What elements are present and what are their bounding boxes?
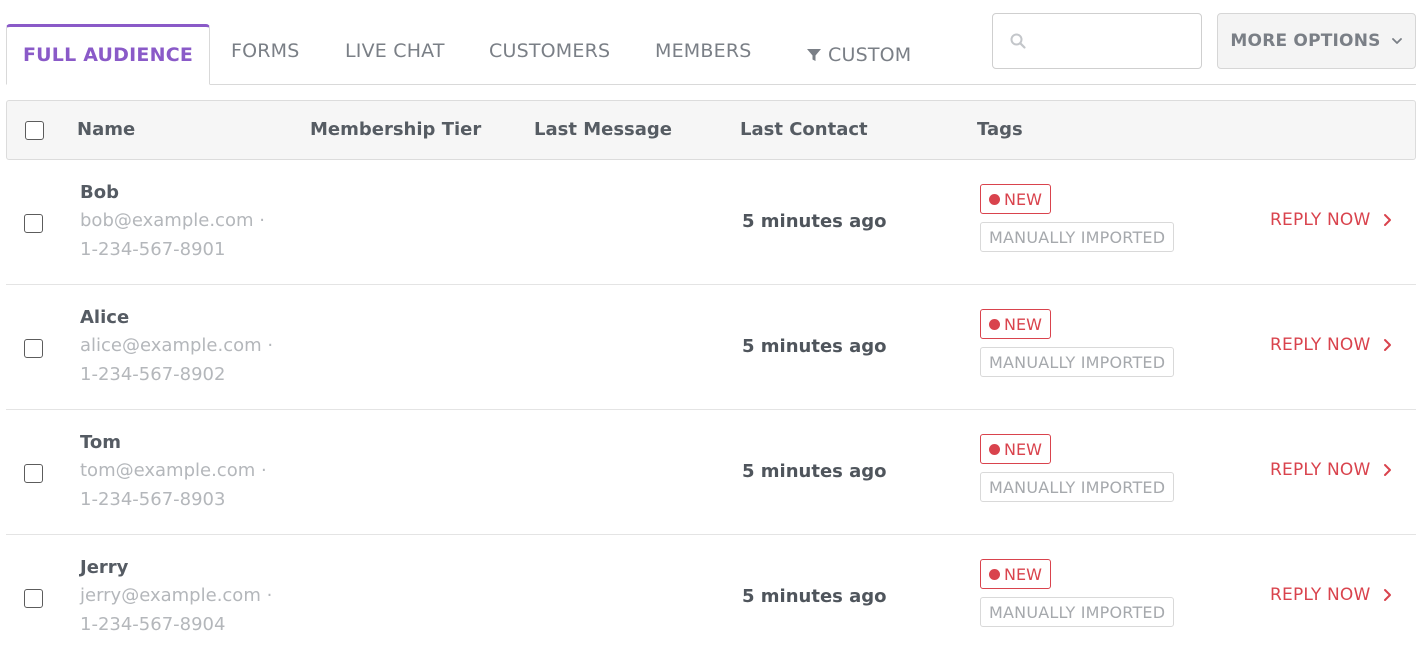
reply-now-button[interactable]: REPLY NOW — [1270, 335, 1393, 355]
audience-tab-bar: FULL AUDIENCE FORMS LIVE CHAT CUSTOMERS … — [6, 0, 1416, 85]
reply-now-label: REPLY NOW — [1270, 210, 1371, 230]
reply-now-button[interactable]: REPLY NOW — [1270, 210, 1393, 230]
contact-name[interactable]: Tom — [80, 432, 121, 453]
contact-email: tom@example.com · — [80, 460, 267, 481]
row-checkbox[interactable] — [24, 464, 43, 483]
column-header-last-contact[interactable]: Last Contact — [740, 119, 868, 140]
chevron-down-icon — [1391, 38, 1402, 44]
tab-live-chat[interactable]: LIVE CHAT — [345, 40, 445, 62]
table-row[interactable]: Bob bob@example.com · 1-234-567-8901 5 m… — [6, 160, 1416, 285]
reply-now-button[interactable]: REPLY NOW — [1270, 460, 1393, 480]
tab-forms[interactable]: FORMS — [231, 40, 300, 62]
contact-phone: 1-234-567-8904 — [80, 614, 226, 635]
last-contact: 5 minutes ago — [742, 461, 887, 482]
tag-new-label: NEW — [1004, 189, 1042, 209]
search-input[interactable] — [1037, 32, 1187, 50]
contact-email: bob@example.com · — [80, 210, 265, 231]
new-dot-icon — [989, 443, 1000, 455]
contact-email: jerry@example.com · — [80, 585, 273, 606]
tag-manually-imported: MANUALLY IMPORTED — [980, 347, 1175, 377]
chevron-right-icon — [1383, 589, 1391, 601]
tab-customers[interactable]: CUSTOMERS — [489, 40, 610, 62]
tag-manually-imported: MANUALLY IMPORTED — [980, 222, 1175, 252]
last-contact: 5 minutes ago — [742, 586, 887, 607]
table-row[interactable]: Tom tom@example.com · 1-234-567-8903 5 m… — [6, 410, 1416, 535]
chevron-right-icon — [1383, 464, 1391, 476]
contact-name[interactable]: Jerry — [80, 557, 128, 578]
tag-new-label: NEW — [1004, 439, 1042, 459]
tab-members[interactable]: MEMBERS — [655, 40, 752, 62]
table-row[interactable]: Jerry jerry@example.com · 1-234-567-8904… — [6, 535, 1416, 655]
chevron-right-icon — [1383, 214, 1391, 226]
contact-phone: 1-234-567-8903 — [80, 489, 226, 510]
reply-now-label: REPLY NOW — [1270, 460, 1371, 480]
last-contact: 5 minutes ago — [742, 336, 887, 357]
tag-manually-imported: MANUALLY IMPORTED — [980, 472, 1175, 502]
last-contact: 5 minutes ago — [742, 211, 887, 232]
contact-phone: 1-234-567-8902 — [80, 364, 226, 385]
tab-custom-label: CUSTOM — [828, 44, 912, 66]
tab-custom[interactable]: CUSTOM — [806, 44, 911, 66]
filter-icon — [807, 49, 821, 61]
contact-phone: 1-234-567-8901 — [80, 239, 226, 260]
chevron-right-icon — [1383, 339, 1391, 351]
reply-now-label: REPLY NOW — [1270, 335, 1371, 355]
tag-new: NEW — [980, 434, 1051, 464]
tag-new-label: NEW — [1004, 564, 1042, 584]
search-icon — [1010, 33, 1026, 49]
tag-new-label: NEW — [1004, 314, 1042, 334]
contact-email: alice@example.com · — [80, 335, 274, 356]
tab-full-audience[interactable]: FULL AUDIENCE — [6, 24, 210, 85]
contact-name[interactable]: Alice — [80, 307, 129, 328]
column-header-name[interactable]: Name — [77, 119, 135, 140]
row-checkbox[interactable] — [24, 214, 43, 233]
table-row[interactable]: Alice alice@example.com · 1-234-567-8902… — [6, 285, 1416, 410]
tag-new: NEW — [980, 559, 1051, 589]
contact-name[interactable]: Bob — [80, 182, 119, 203]
row-checkbox[interactable] — [24, 339, 43, 358]
column-header-membership-tier[interactable]: Membership Tier — [310, 119, 481, 140]
reply-now-button[interactable]: REPLY NOW — [1270, 585, 1393, 605]
new-dot-icon — [989, 193, 1000, 205]
column-header-tags[interactable]: Tags — [977, 119, 1023, 140]
column-header-last-message[interactable]: Last Message — [534, 119, 672, 140]
more-options-button[interactable]: MORE OPTIONS — [1217, 13, 1416, 69]
new-dot-icon — [989, 318, 1000, 330]
select-all-checkbox[interactable] — [25, 121, 44, 140]
new-dot-icon — [989, 568, 1000, 580]
row-checkbox[interactable] — [24, 589, 43, 608]
tag-new: NEW — [980, 309, 1051, 339]
more-options-label: MORE OPTIONS — [1230, 31, 1381, 51]
search-box[interactable] — [992, 13, 1202, 69]
reply-now-label: REPLY NOW — [1270, 585, 1371, 605]
tab-divider — [6, 84, 1416, 85]
tag-new: NEW — [980, 184, 1051, 214]
table-header: Name Membership Tier Last Message Last C… — [6, 100, 1416, 160]
tag-manually-imported: MANUALLY IMPORTED — [980, 597, 1175, 627]
